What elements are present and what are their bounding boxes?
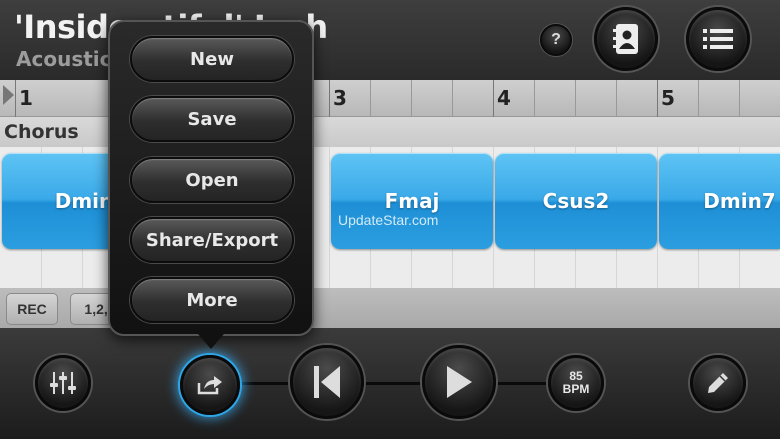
menu-more-button[interactable]: More — [130, 277, 294, 323]
share-button[interactable] — [180, 355, 240, 415]
play-icon — [447, 366, 472, 398]
bar-number: 1 — [19, 86, 33, 110]
bar-number: 5 — [661, 86, 675, 110]
help-label: ? — [551, 31, 561, 48]
bar-number: 3 — [333, 86, 347, 110]
chord-name: Csus2 — [542, 189, 610, 213]
bar-number: 4 — [497, 86, 511, 110]
chord-name: Dmin7 — [703, 189, 776, 213]
help-button[interactable]: ? — [540, 24, 572, 56]
mixer-icon — [50, 372, 76, 394]
play-button[interactable] — [422, 345, 496, 419]
share-icon — [197, 376, 222, 395]
song-list-button[interactable] — [686, 7, 750, 71]
popup-pointer — [198, 334, 224, 349]
skip-back-icon — [314, 366, 340, 398]
menu-save-button[interactable]: Save — [130, 96, 294, 142]
bpm-unit: BPM — [562, 382, 590, 396]
transport-connector — [240, 382, 550, 385]
contacts-button[interactable] — [594, 7, 658, 71]
menu-open-button[interactable]: Open — [130, 157, 294, 203]
chord-block[interactable]: Fmaj — [331, 153, 493, 249]
chord-block[interactable]: Csus2 — [495, 153, 657, 249]
tempo-button[interactable]: 85 BPM — [548, 355, 604, 411]
rewind-button[interactable] — [290, 345, 364, 419]
chord-block[interactable]: Dmin7 — [659, 153, 780, 249]
playhead-marker[interactable] — [3, 85, 14, 105]
section-label: Chorus — [4, 121, 79, 143]
chord-name: Dmin — [54, 189, 114, 213]
menu-new-button[interactable]: New — [130, 36, 294, 82]
watermark: UpdateStar.com — [338, 212, 439, 228]
edit-button[interactable] — [690, 355, 746, 411]
list-icon — [703, 29, 733, 49]
mixer-button[interactable] — [35, 355, 91, 411]
address-book-icon — [613, 24, 638, 54]
pencil-icon — [708, 373, 728, 393]
rec-button[interactable]: REC — [6, 293, 58, 325]
menu-share-export-button[interactable]: Share/Export — [130, 217, 294, 263]
chord-name: Fmaj — [384, 189, 440, 213]
